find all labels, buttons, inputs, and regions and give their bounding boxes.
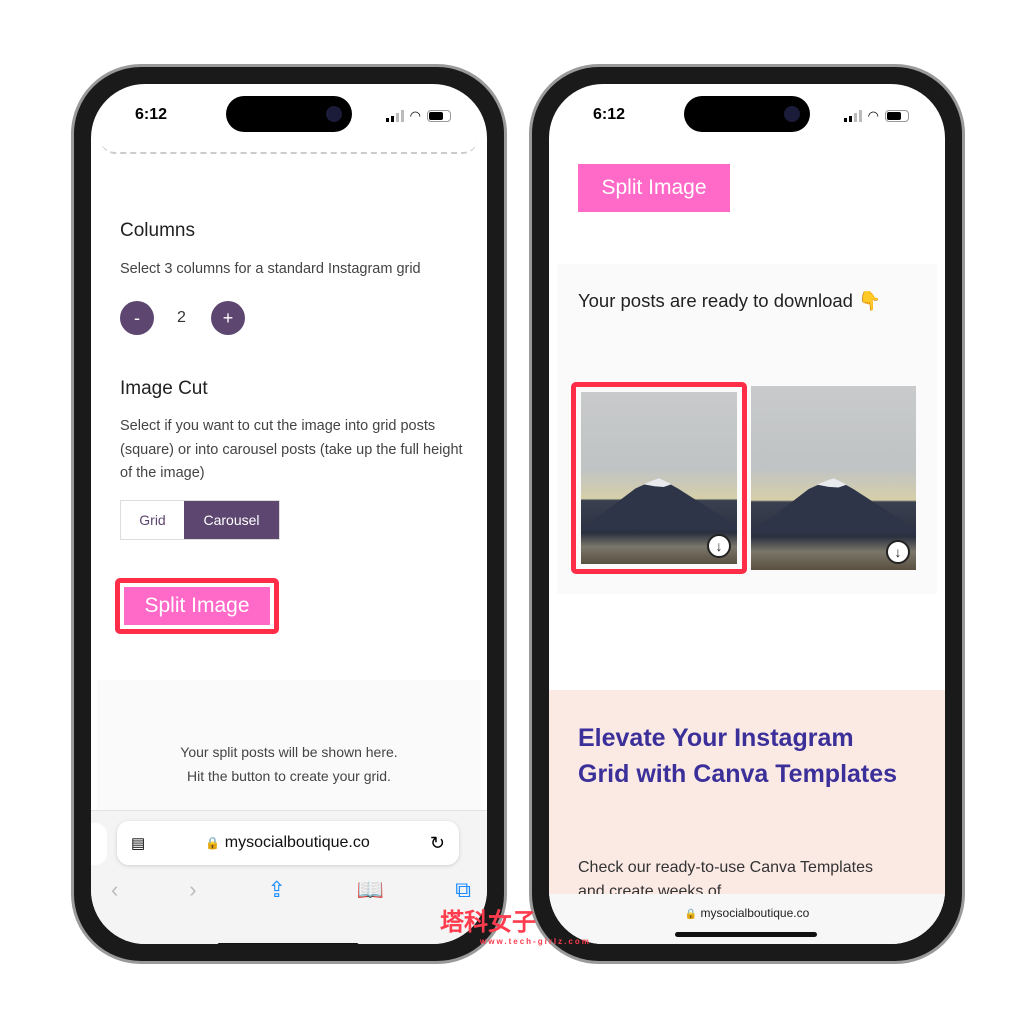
status-icons: ◠ bbox=[385, 108, 451, 124]
bookmarks-icon[interactable]: 📖 bbox=[357, 877, 384, 903]
decrement-button[interactable]: - bbox=[120, 301, 154, 335]
watermark-text: 塔科女子 bbox=[440, 909, 536, 936]
split-image-button[interactable]: Split Image bbox=[124, 587, 270, 625]
columns-value: 2 bbox=[177, 309, 186, 326]
status-time: 6:12 bbox=[593, 106, 626, 123]
dynamic-island bbox=[226, 96, 352, 132]
url-text: mysocialboutique.co bbox=[224, 834, 370, 851]
dynamic-island bbox=[684, 96, 810, 132]
wifi-icon: ◠ bbox=[867, 108, 879, 123]
left-screen: 6:12 ◠ Columns Select 3 columns for a st… bbox=[91, 84, 487, 944]
battery-icon bbox=[427, 110, 451, 122]
increment-button[interactable]: + bbox=[211, 301, 245, 335]
post-highlight: ↓ bbox=[571, 382, 747, 574]
lock-icon: 🔒 bbox=[205, 836, 221, 850]
image-cut-hint: Select if you want to cut the image into… bbox=[120, 418, 463, 481]
split-image-button[interactable]: Split Image bbox=[578, 164, 730, 212]
lock-icon: 🔒 bbox=[684, 909, 698, 920]
cut-toggle: Grid Carousel bbox=[120, 500, 280, 540]
status-time: 6:12 bbox=[135, 106, 168, 123]
ready-text: Your posts are ready to download 👇 bbox=[578, 290, 882, 311]
promo-title: Elevate Your Instagram Grid with Canva T… bbox=[578, 724, 898, 788]
watermark-site: www.tech-girlz.com bbox=[480, 937, 591, 946]
collapsed-address-bar[interactable]: 🔒 mysocialboutique.co bbox=[549, 894, 945, 944]
address-bar[interactable]: ▤ 🔒 mysocialboutique.co ↻ bbox=[117, 821, 459, 865]
forward-icon[interactable]: › bbox=[189, 877, 196, 903]
url-text: mysocialboutique.co bbox=[700, 906, 810, 920]
columns-title: Columns bbox=[120, 220, 195, 241]
image-cut-title: Image Cut bbox=[120, 378, 208, 399]
placeholder-line2: Hit the button to create your grid. bbox=[187, 768, 391, 784]
placeholder-line1: Your split posts will be shown here. bbox=[180, 744, 398, 760]
right-phone: 6:12 ◠ Split Image Your posts are ready … bbox=[529, 64, 965, 964]
tabs-overview-icon[interactable]: ▤ bbox=[131, 834, 145, 852]
grid-option[interactable]: Grid bbox=[121, 501, 184, 539]
share-icon[interactable]: ⇪ bbox=[268, 877, 286, 903]
download-icon[interactable]: ↓ bbox=[707, 534, 731, 558]
carousel-option[interactable]: Carousel bbox=[184, 501, 279, 539]
split-highlight: Split Image bbox=[115, 578, 279, 634]
left-phone: 6:12 ◠ Columns Select 3 columns for a st… bbox=[71, 64, 507, 964]
results-panel: Your posts are ready to download 👇 ↓ ↓ bbox=[557, 264, 937, 594]
upload-dropzone-edge bbox=[101, 132, 477, 154]
status-icons: ◠ bbox=[843, 108, 909, 124]
safari-toolbar: ▤ 🔒 mysocialboutique.co ↻ ‹ › ⇪ 📖 ⧉ bbox=[91, 810, 487, 944]
reload-icon[interactable]: ↻ bbox=[430, 833, 445, 854]
post-image-1[interactable]: ↓ bbox=[581, 392, 737, 564]
back-icon[interactable]: ‹ bbox=[111, 877, 118, 903]
signal-icon bbox=[843, 110, 862, 122]
home-indicator bbox=[675, 932, 817, 937]
home-indicator bbox=[217, 943, 359, 944]
battery-icon bbox=[885, 110, 909, 122]
right-screen: 6:12 ◠ Split Image Your posts are ready … bbox=[549, 84, 945, 944]
watermark-logo: 塔科女子 www.tech-girlz.com bbox=[440, 902, 591, 946]
download-icon[interactable]: ↓ bbox=[886, 540, 910, 564]
signal-icon bbox=[385, 110, 404, 122]
post-image-2[interactable]: ↓ bbox=[751, 386, 916, 570]
wifi-icon: ◠ bbox=[409, 108, 421, 123]
tabs-icon[interactable]: ⧉ bbox=[455, 877, 471, 903]
results-placeholder: Your split posts will be shown here. Hit… bbox=[97, 680, 481, 820]
columns-hint: Select 3 columns for a standard Instagra… bbox=[120, 261, 421, 277]
